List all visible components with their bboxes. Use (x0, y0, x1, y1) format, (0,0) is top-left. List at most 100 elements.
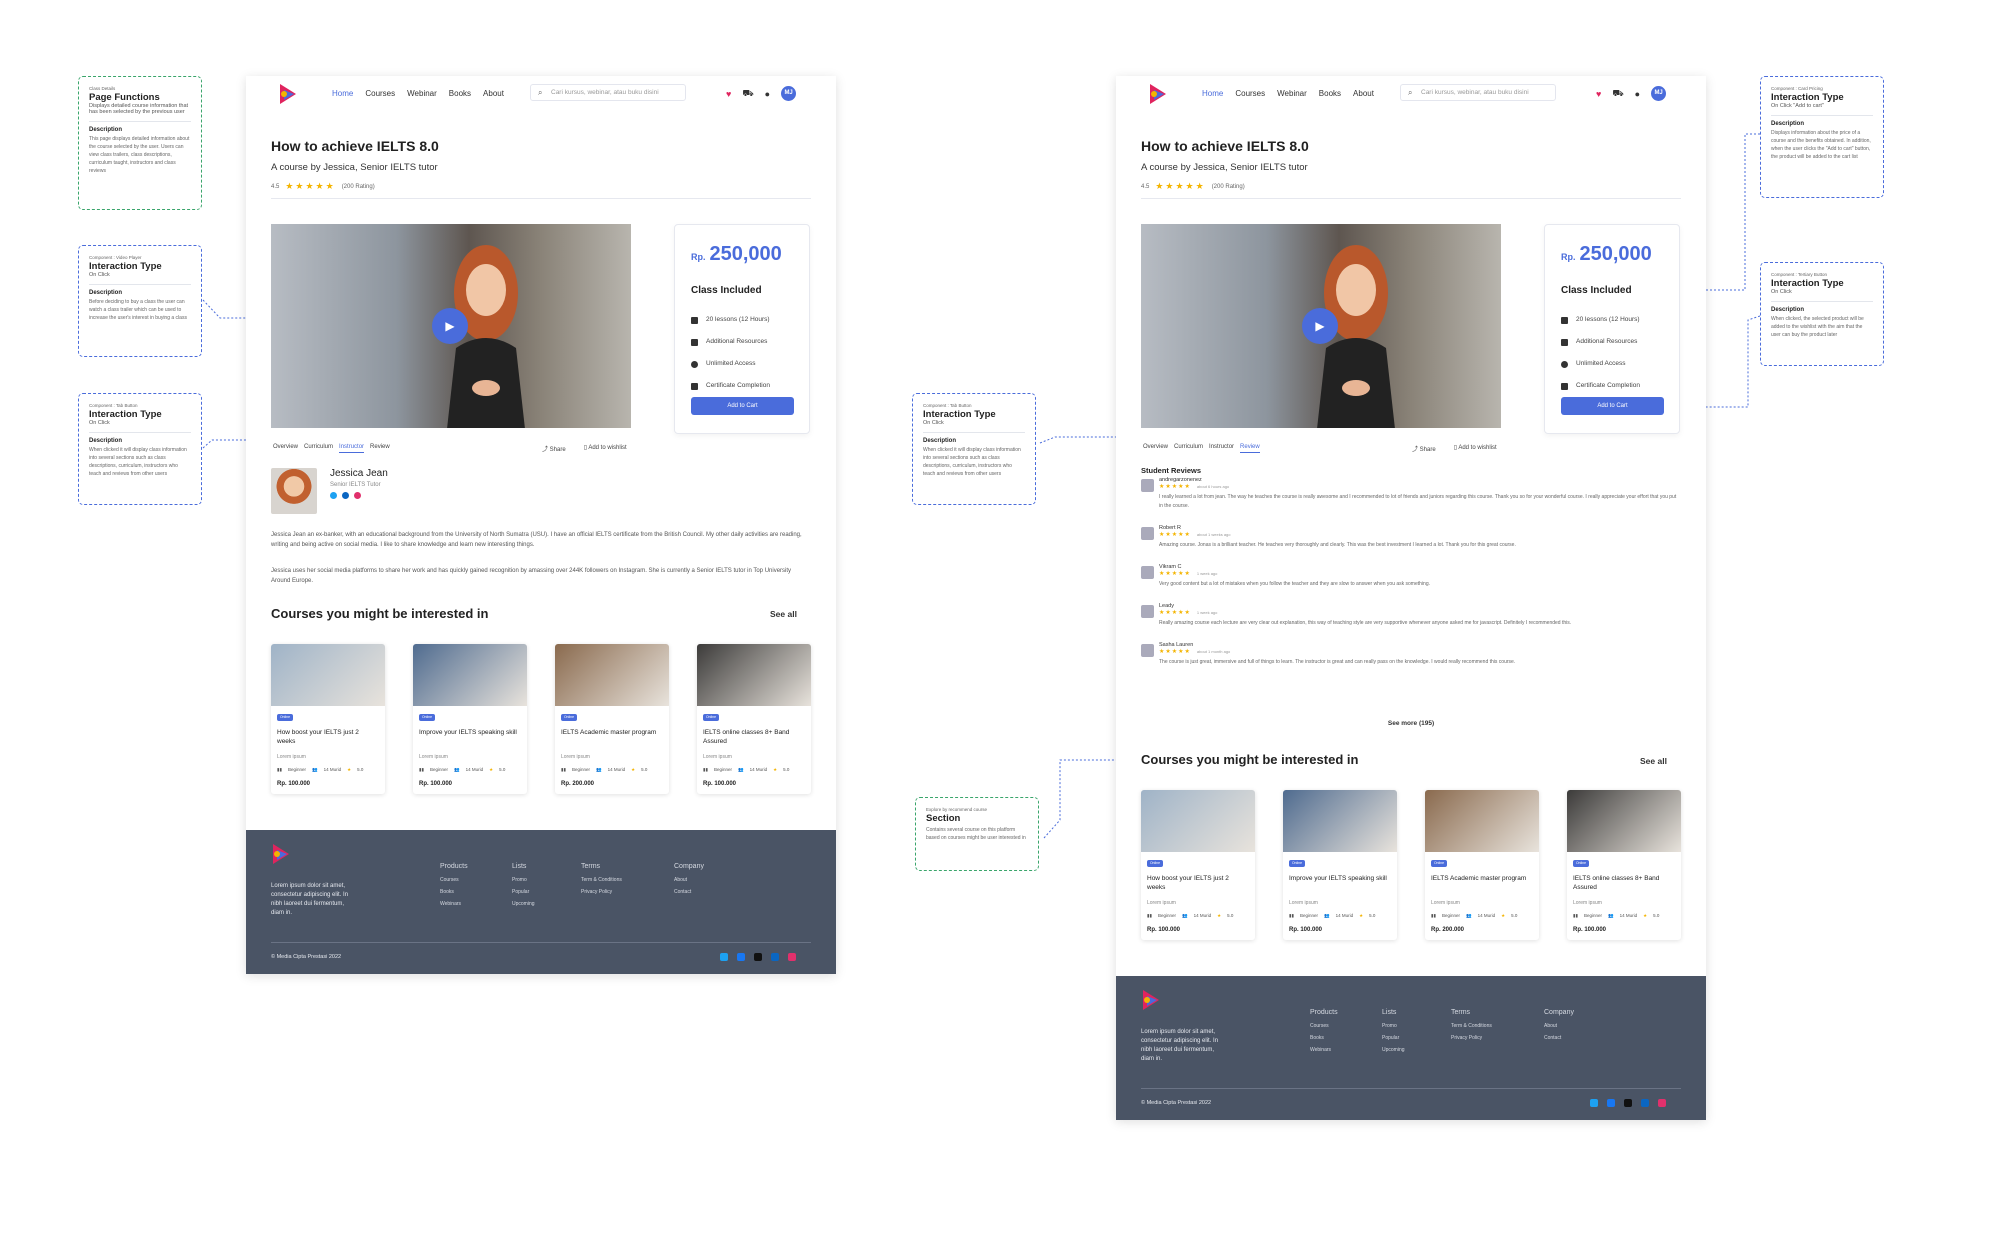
add-to-wishlist-button[interactable]: ▯ Add to wishlist (1454, 444, 1497, 453)
footer-link[interactable]: Courses (1310, 1023, 1338, 1029)
see-all-link[interactable]: See all (1640, 756, 1667, 766)
footer-link[interactable]: Courses (440, 877, 468, 883)
course-card[interactable]: Online IELTS online classes 8+ Band Assur… (697, 644, 811, 794)
nav-about-link[interactable]: About (1353, 89, 1374, 98)
video-player[interactable]: ▶ (1141, 224, 1501, 428)
tab-instructor[interactable]: Instructor (339, 444, 365, 453)
tab-curriculum[interactable]: Curriculum (1174, 444, 1203, 453)
note-title: Interaction Type (923, 409, 996, 420)
brand-logo-icon[interactable] (278, 82, 298, 106)
see-all-link[interactable]: See all (770, 609, 797, 619)
play-button[interactable]: ▶ (1302, 308, 1338, 344)
course-card[interactable]: Online IELTS Academic master program Lorem… (1425, 790, 1539, 940)
footer-link[interactable]: Webinars (1310, 1047, 1338, 1053)
footer-link[interactable]: Privacy Policy (581, 889, 622, 895)
linkedin-icon[interactable] (342, 492, 349, 499)
cart-icon[interactable]: ⛟ (1612, 88, 1623, 100)
footer-link[interactable]: Promo (512, 877, 535, 883)
search-input[interactable]: ⌕ Cari kursus, webinar, atau buku disini (1400, 84, 1556, 101)
footer-link[interactable]: Term & Conditions (1451, 1023, 1492, 1029)
linkedin-icon[interactable] (771, 953, 779, 961)
rating-stars-icon: ★★★★★ (285, 181, 336, 191)
course-card[interactable]: Online How boost your IELTS just 2 weeks L… (271, 644, 385, 794)
tiktok-icon[interactable] (1624, 1099, 1632, 1107)
tiktok-icon[interactable] (754, 953, 762, 961)
instagram-icon[interactable] (788, 953, 796, 961)
footer-link[interactable]: Privacy Policy (1451, 1035, 1492, 1041)
tab-overview[interactable]: Overview (273, 444, 298, 453)
note-sub: On Click (923, 420, 944, 426)
tab-overview[interactable]: Overview (1143, 444, 1168, 453)
footer-link[interactable]: Webinars (440, 901, 468, 907)
course-card[interactable]: Online Improve your IELTS speaking skill L… (1283, 790, 1397, 940)
twitter-icon[interactable] (330, 492, 337, 499)
included-item: 20 lessons (12 Hours) (691, 309, 770, 331)
footer-link[interactable]: Upcoming (512, 901, 535, 907)
course-card-meta: ▮▮ Beginner 👥 14 Murid ★ 5.0 (1431, 913, 1518, 918)
brand-logo-icon[interactable] (1148, 82, 1168, 106)
tab-curriculum[interactable]: Curriculum (304, 444, 333, 453)
instagram-icon[interactable] (1658, 1099, 1666, 1107)
twitter-icon[interactable] (720, 953, 728, 961)
nav-books-link[interactable]: Books (1319, 89, 1341, 98)
user-avatar[interactable]: MJ (781, 86, 797, 101)
add-to-cart-button[interactable]: Add to Cart (1561, 397, 1664, 415)
footer-link[interactable]: Promo (1382, 1023, 1405, 1029)
footer-link[interactable]: Popular (512, 889, 535, 895)
facebook-icon[interactable] (737, 953, 745, 961)
tab-instructor[interactable]: Instructor (1209, 444, 1234, 453)
copyright: © Media Cipta Prestasi 2022 (271, 954, 342, 960)
add-to-cart-button[interactable]: Add to Cart (691, 397, 794, 415)
notification-bell-icon[interactable]: ● (1635, 89, 1640, 99)
linkedin-icon[interactable] (1641, 1099, 1649, 1107)
nav-courses-link[interactable]: Courses (365, 89, 395, 98)
see-more-reviews-link[interactable]: See more (195) (1141, 720, 1681, 727)
note-small: Explore by recommend course (926, 807, 988, 812)
nav-courses-link[interactable]: Courses (1235, 89, 1265, 98)
share-button[interactable]: ⤴ Share (542, 444, 566, 453)
tab-review[interactable]: Review (370, 444, 390, 453)
share-button[interactable]: ⤴ Share (1412, 444, 1436, 453)
footer-link[interactable]: About (674, 877, 704, 883)
included-item: Additional Resources (1561, 331, 1640, 353)
footer-link[interactable]: Contact (1544, 1035, 1574, 1041)
nav-webinar-link[interactable]: Webinar (407, 89, 437, 98)
footer-link[interactable]: Books (1310, 1035, 1338, 1041)
footer-link[interactable]: Contact (674, 889, 704, 895)
footer-link[interactable]: Popular (1382, 1035, 1405, 1041)
tab-review[interactable]: Review (1240, 444, 1260, 453)
review-text: Really amazing course each lecture are v… (1159, 620, 1572, 626)
nav-webinar-link[interactable]: Webinar (1277, 89, 1307, 98)
video-player[interactable]: ▶ (271, 224, 631, 428)
course-card-title: How boost your IELTS just 2 weeks (1147, 875, 1229, 891)
wishlist-heart-icon[interactable]: ♥ (726, 89, 731, 99)
footer-link[interactable]: Books (440, 889, 468, 895)
footer-link[interactable]: Upcoming (1382, 1047, 1405, 1053)
facebook-icon[interactable] (1607, 1099, 1615, 1107)
wishlist-heart-icon[interactable]: ♥ (1596, 89, 1601, 99)
nav-home-link[interactable]: Home (1202, 89, 1223, 98)
footer-link[interactable]: About (1544, 1023, 1574, 1029)
footer-link[interactable]: Term & Conditions (581, 877, 622, 883)
course-card-desc: Lorem ipsum (277, 754, 306, 760)
nav-about-link[interactable]: About (483, 89, 504, 98)
course-card[interactable]: Online IELTS Academic master program Lorem… (555, 644, 669, 794)
nav-home-link[interactable]: Home (332, 89, 353, 98)
twitter-icon[interactable] (1590, 1099, 1598, 1107)
footer-logo-icon (1143, 990, 1159, 1010)
cart-icon[interactable]: ⛟ (742, 88, 753, 100)
search-icon: ⌕ (1408, 88, 1413, 97)
search-input[interactable]: ⌕ Cari kursus, webinar, atau buku disini (530, 84, 686, 101)
user-avatar[interactable]: MJ (1651, 86, 1667, 101)
related-courses-heading: Courses you might be interested in (1141, 752, 1359, 767)
course-card[interactable]: Online IELTS online classes 8+ Band Assur… (1567, 790, 1681, 940)
notification-bell-icon[interactable]: ● (765, 89, 770, 99)
note-sub: On Click "Add to cart" (1771, 103, 1824, 109)
course-card[interactable]: Online How boost your IELTS just 2 weeks L… (1141, 790, 1255, 940)
course-card[interactable]: Online Improve your IELTS speaking skill L… (413, 644, 527, 794)
play-button[interactable]: ▶ (432, 308, 468, 344)
instagram-icon[interactable] (354, 492, 361, 499)
add-to-wishlist-button[interactable]: ▯ Add to wishlist (584, 444, 627, 453)
nav-books-link[interactable]: Books (449, 89, 471, 98)
course-title: How to achieve IELTS 8.0 (271, 138, 439, 154)
